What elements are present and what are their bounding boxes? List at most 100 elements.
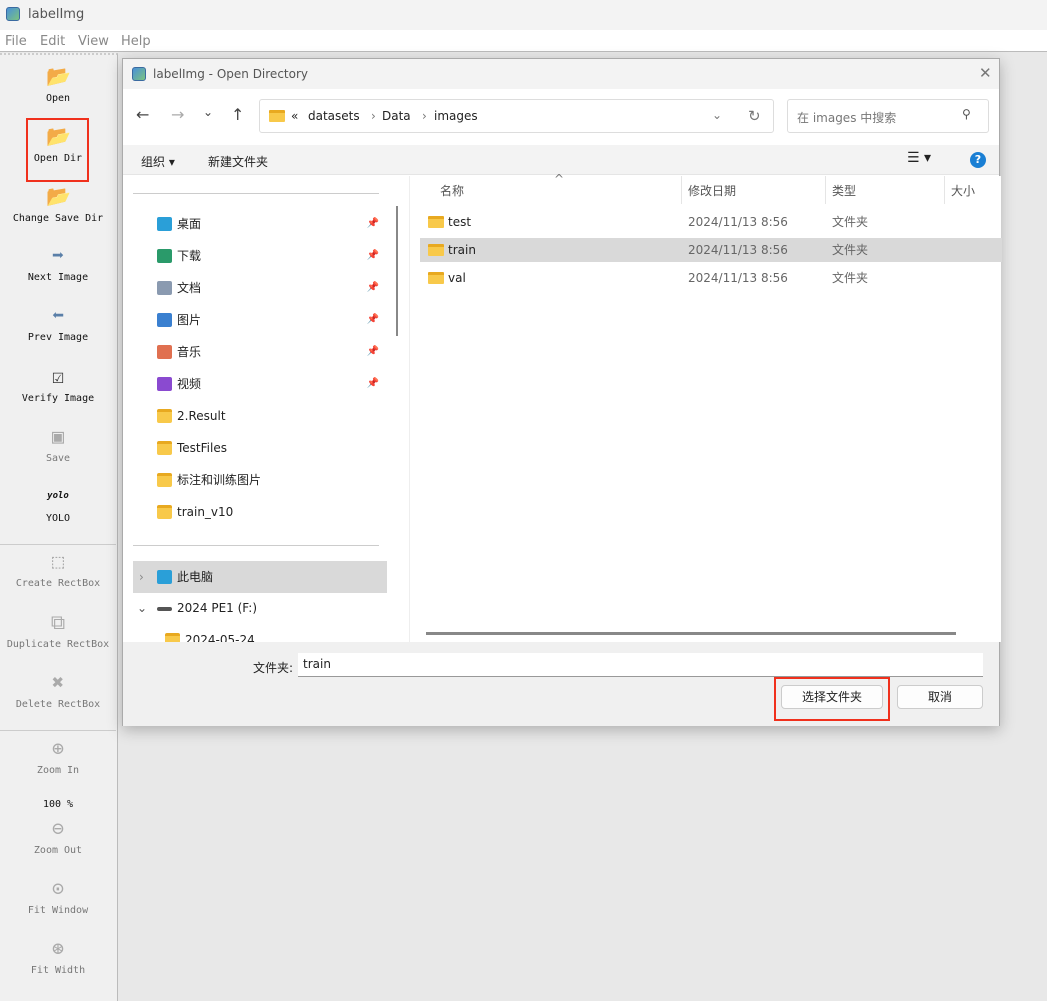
column-date[interactable]: 修改日期 xyxy=(688,182,736,199)
file-row[interactable]: test 2024/11/13 8:56 文件夹 xyxy=(420,210,1002,234)
pin-icon[interactable]: 📌 xyxy=(367,210,379,238)
folder-icon xyxy=(165,633,180,642)
column-divider xyxy=(944,176,945,204)
computer-icon xyxy=(157,570,172,584)
file-type: 文件夹 xyxy=(832,243,869,257)
fit-width-button[interactable]: ⊛ Fit Width xyxy=(0,937,116,976)
breadcrumb-overflow[interactable]: « xyxy=(291,109,298,123)
new-folder-button[interactable]: 新建文件夹 xyxy=(208,153,268,170)
create-rectbox-button[interactable]: ⬚ Create RectBox xyxy=(0,550,116,589)
open-button[interactable]: 📂 Open xyxy=(0,65,116,104)
forward-icon[interactable]: → xyxy=(171,105,184,124)
pin-icon[interactable]: 📌 xyxy=(367,242,379,270)
menu-help[interactable]: Help xyxy=(121,34,151,49)
change-save-dir-button[interactable]: 📂 Change Save Dir xyxy=(0,185,116,224)
horizontal-scrollbar[interactable] xyxy=(426,632,956,635)
search-input[interactable]: 在 images 中搜索 ⚲ xyxy=(787,99,989,133)
verify-image-button[interactable]: ☑ Verify Image xyxy=(0,365,116,404)
fit-window-icon: ⊙ xyxy=(51,876,65,900)
delete-icon: ✖ xyxy=(51,670,65,694)
open-folder-icon: 📂 xyxy=(46,64,71,88)
sort-ascending-icon: ^ xyxy=(554,172,565,186)
zoom-in-button[interactable]: ⊕ Zoom In xyxy=(0,737,116,776)
library-icon xyxy=(157,377,172,391)
prev-image-button[interactable]: ⬅ Prev Image xyxy=(0,304,116,343)
chevron-down-icon[interactable]: ⌄ xyxy=(203,105,213,119)
fit-window-button[interactable]: ⊙ Fit Window xyxy=(0,877,116,916)
nav-drive-child[interactable]: 2024-05-24 xyxy=(133,626,387,642)
left-toolbar: 📂 Open 📂 Open Dir 📂 Change Save Dir ➡ Next I… xyxy=(0,53,118,1001)
nav-item[interactable]: 图片 📌 xyxy=(133,306,387,334)
folder-input[interactable]: train xyxy=(298,653,983,677)
arrow-right-icon: ➡ xyxy=(51,243,65,267)
folder-icon xyxy=(428,244,444,256)
column-size[interactable]: 大小 xyxy=(951,182,975,199)
nav-item[interactable]: 下载 📌 xyxy=(133,242,387,270)
file-list: ^ 名称 修改日期 类型 大小 test 2024/11/13 8:56 文件夹 tr… xyxy=(409,172,1002,642)
folder-icon xyxy=(269,110,285,122)
file-row[interactable]: train 2024/11/13 8:56 文件夹 xyxy=(420,238,1002,262)
help-icon[interactable]: ? xyxy=(970,152,986,168)
next-image-button[interactable]: ➡ Next Image xyxy=(0,244,116,283)
file-date: 2024/11/13 8:56 xyxy=(688,243,788,257)
command-bar: 组织 ▾ 新建文件夹 ☰ ▾ ? xyxy=(123,145,999,175)
column-type[interactable]: 类型 xyxy=(832,182,856,199)
checkbox-icon: ☑ xyxy=(51,364,65,388)
nav-item[interactable]: 2.Result xyxy=(133,402,387,430)
chevron-down-icon[interactable]: ⌄ xyxy=(712,108,722,122)
pin-icon[interactable]: 📌 xyxy=(367,306,379,334)
scrollbar[interactable] xyxy=(396,206,398,336)
yolo-icon: yolo xyxy=(47,491,69,501)
menu-edit[interactable]: Edit xyxy=(40,34,65,49)
nav-this-pc[interactable]: › 此电脑 xyxy=(133,561,387,593)
yolo-button[interactable]: yolo YOLO xyxy=(0,485,116,524)
nav-item[interactable]: 音乐 📌 xyxy=(133,338,387,366)
open-directory-dialog: labelImg - Open Directory ✕ ← → ⌄ ↑ « da… xyxy=(122,58,1002,726)
dialog-titlebar: labelImg - Open Directory ✕ xyxy=(123,59,999,89)
nav-item[interactable]: 视频 📌 xyxy=(133,370,387,398)
menu-file[interactable]: File xyxy=(5,34,27,49)
divider xyxy=(133,545,379,546)
file-name: train xyxy=(448,243,476,257)
organize-button[interactable]: 组织 ▾ xyxy=(141,153,175,170)
file-date: 2024/11/13 8:56 xyxy=(688,215,788,229)
close-icon[interactable]: ✕ xyxy=(979,64,992,82)
duplicate-rectbox-button[interactable]: ⧉ Duplicate RectBox xyxy=(0,611,116,650)
pin-icon[interactable]: 📌 xyxy=(367,370,379,398)
library-icon xyxy=(157,281,172,295)
breadcrumb-data[interactable]: Data xyxy=(382,109,411,123)
breadcrumb-images[interactable]: images xyxy=(434,109,478,123)
back-icon[interactable]: ← xyxy=(136,105,149,124)
nav-item[interactable]: 文档 📌 xyxy=(133,274,387,302)
breadcrumb-datasets[interactable]: datasets xyxy=(308,109,360,123)
pin-icon[interactable]: 📌 xyxy=(367,338,379,366)
nav-item[interactable]: 桌面 📌 xyxy=(133,210,387,238)
chevron-right-icon: › xyxy=(139,570,144,584)
column-name[interactable]: 名称 xyxy=(440,182,464,199)
nav-item[interactable]: TestFiles xyxy=(133,434,387,462)
dialog-title: labelImg - Open Directory xyxy=(153,67,308,81)
breadcrumb-sep: › xyxy=(371,109,376,123)
menu-view[interactable]: View xyxy=(78,34,109,49)
refresh-icon[interactable]: ↻ xyxy=(748,107,761,125)
folder-icon xyxy=(428,216,444,228)
library-icon xyxy=(157,345,172,359)
nav-drive[interactable]: ⌄ 2024 PE1 (F:) xyxy=(133,594,387,622)
file-row[interactable]: val 2024/11/13 8:56 文件夹 xyxy=(420,266,1002,290)
up-icon[interactable]: ↑ xyxy=(231,105,244,124)
save-button[interactable]: ▣ Save xyxy=(0,425,116,464)
zoom-level[interactable]: 100 % xyxy=(0,799,116,810)
zoom-out-button[interactable]: ⊖ Zoom Out xyxy=(0,817,116,856)
chevron-down-icon: ⌄ xyxy=(137,601,148,615)
cancel-button[interactable]: 取消 xyxy=(897,685,983,709)
save-icon: ▣ xyxy=(51,424,65,448)
delete-rectbox-button[interactable]: ✖ Delete RectBox xyxy=(0,671,116,710)
folder-icon xyxy=(428,272,444,284)
file-name: test xyxy=(448,215,472,229)
view-options-icon[interactable]: ☰ ▾ xyxy=(907,150,931,166)
pin-icon[interactable]: 📌 xyxy=(367,274,379,302)
highlight-box xyxy=(774,677,890,721)
nav-item[interactable]: train_v10 xyxy=(133,498,387,526)
address-bar[interactable]: « datasets › Data › images ⌄ ↻ xyxy=(259,99,774,133)
nav-item[interactable]: 标注和训练图片 xyxy=(133,466,387,494)
